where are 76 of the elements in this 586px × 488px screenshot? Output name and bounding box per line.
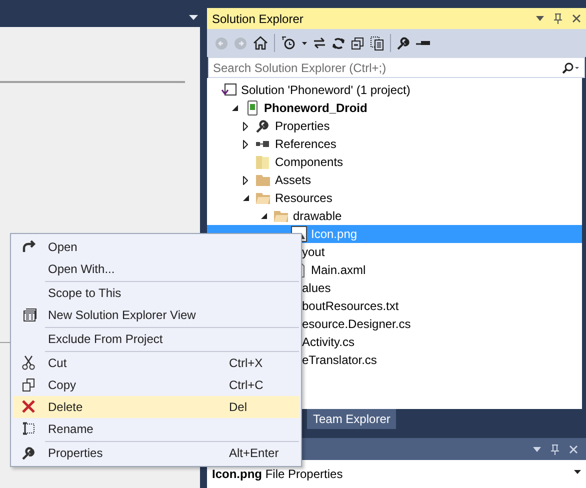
menu-item[interactable]: Exclude From Project — [13, 328, 299, 350]
scissors-icon — [21, 355, 37, 371]
menu-item[interactable]: Open With... — [13, 258, 299, 280]
dropdown-icon[interactable] — [574, 470, 581, 474]
tree-item-label[interactable]: Components — [275, 153, 344, 171]
menu-item-label: Cut — [47, 355, 68, 372]
menu-item-label: New Solution Explorer View — [47, 307, 197, 324]
home-icon[interactable] — [253, 36, 268, 50]
shortcut-label: Alt+Enter — [229, 445, 280, 462]
tree-item-label[interactable]: Assets — [275, 171, 312, 189]
folder-icon — [255, 154, 271, 170]
collapsed-arrow-icon[interactable] — [243, 176, 248, 184]
wrench-icon — [21, 445, 37, 461]
menu-item-label: Copy — [47, 377, 78, 394]
wrench-icon — [255, 118, 271, 134]
collapsed-arrow-icon[interactable] — [243, 122, 248, 130]
expanded-arrow-icon[interactable] — [232, 105, 238, 111]
tree-item-label[interactable]: Properties — [275, 117, 330, 135]
menu-item[interactable]: New Solution Explorer View — [13, 304, 299, 326]
menu-item-label: Properties — [47, 445, 104, 462]
menu-item[interactable]: Scope to This — [13, 282, 299, 304]
curved-arrow-icon — [21, 239, 37, 255]
menu-item-label: Open — [47, 239, 78, 256]
folder-icon — [255, 172, 271, 188]
wrench-icon[interactable] — [397, 36, 410, 50]
rename-icon — [21, 421, 37, 437]
tree-item-label[interactable]: boutResources.txt — [302, 297, 399, 315]
expanded-arrow-icon[interactable] — [243, 195, 249, 201]
expanded-arrow-icon[interactable] — [261, 213, 267, 219]
menu-item-label: Exclude From Project — [47, 331, 164, 348]
tree-item-label[interactable]: Phoneword_Droid — [264, 99, 368, 117]
clock-icon[interactable] — [281, 36, 296, 50]
dropdown-icon[interactable] — [189, 15, 198, 20]
open-folder-icon — [273, 208, 289, 224]
menu-item-label: Delete — [47, 399, 84, 416]
tree-item-label[interactable]: esource.Designer.cs — [302, 315, 411, 333]
collapsed-arrow-icon[interactable] — [243, 140, 248, 148]
window-icon — [21, 307, 37, 323]
search-field[interactable]: Search Solution Explorer (Ctrl+;) — [208, 57, 585, 78]
shortcut-label: Del — [229, 399, 248, 416]
shortcut-label: Ctrl+X — [229, 355, 264, 372]
tree-item-label[interactable]: alues — [302, 279, 331, 297]
search-icon[interactable] — [562, 62, 580, 74]
sync-icon[interactable] — [313, 37, 326, 49]
object-name: Icon.png File Properties — [212, 466, 344, 483]
refresh-icon[interactable] — [332, 36, 345, 50]
menu-item[interactable]: Copy Ctrl+C — [13, 374, 299, 396]
collapse-all-icon[interactable] — [351, 36, 364, 50]
tree-item-label[interactable]: yout — [302, 243, 325, 261]
tree-item-label[interactable]: eTranslator.cs — [302, 351, 377, 369]
solution-icon — [221, 82, 237, 98]
dropdown-icon[interactable] — [302, 42, 307, 44]
dropdown-icon[interactable] — [536, 16, 544, 21]
tree-item-label[interactable]: Solution 'Phoneword' (1 project) — [241, 81, 410, 99]
pin-icon[interactable] — [554, 13, 562, 24]
menu-item-label: Rename — [47, 421, 94, 438]
delete-icon — [21, 399, 37, 415]
menu-item[interactable]: Cut Ctrl+X — [13, 352, 299, 374]
menu-item[interactable]: Rename — [13, 418, 299, 440]
menu-item[interactable]: Delete Del — [13, 396, 299, 418]
show-all-files-icon[interactable] — [370, 36, 384, 50]
close-icon[interactable] — [572, 14, 581, 23]
menu-item-label: Scope to This — [47, 285, 122, 302]
copy-icon — [21, 377, 37, 393]
panel-title: Solution Explorer — [212, 10, 304, 28]
menu-item-label: Open With... — [47, 261, 116, 278]
preview-icon[interactable] — [416, 40, 430, 46]
open-folder-icon — [255, 190, 271, 206]
tree-item-label[interactable]: drawable — [293, 207, 342, 225]
tree-item-label[interactable]: References — [275, 135, 336, 153]
tree-item-label[interactable]: Activity.cs — [302, 333, 354, 351]
tab[interactable]: Team Explorer — [307, 409, 396, 429]
object-selector[interactable]: Icon.png File Properties — [207, 460, 586, 488]
tree-item-label[interactable]: Main.axml — [311, 261, 366, 279]
tree-item-label[interactable]: Resources — [275, 189, 332, 207]
shortcut-label: Ctrl+C — [229, 377, 264, 394]
